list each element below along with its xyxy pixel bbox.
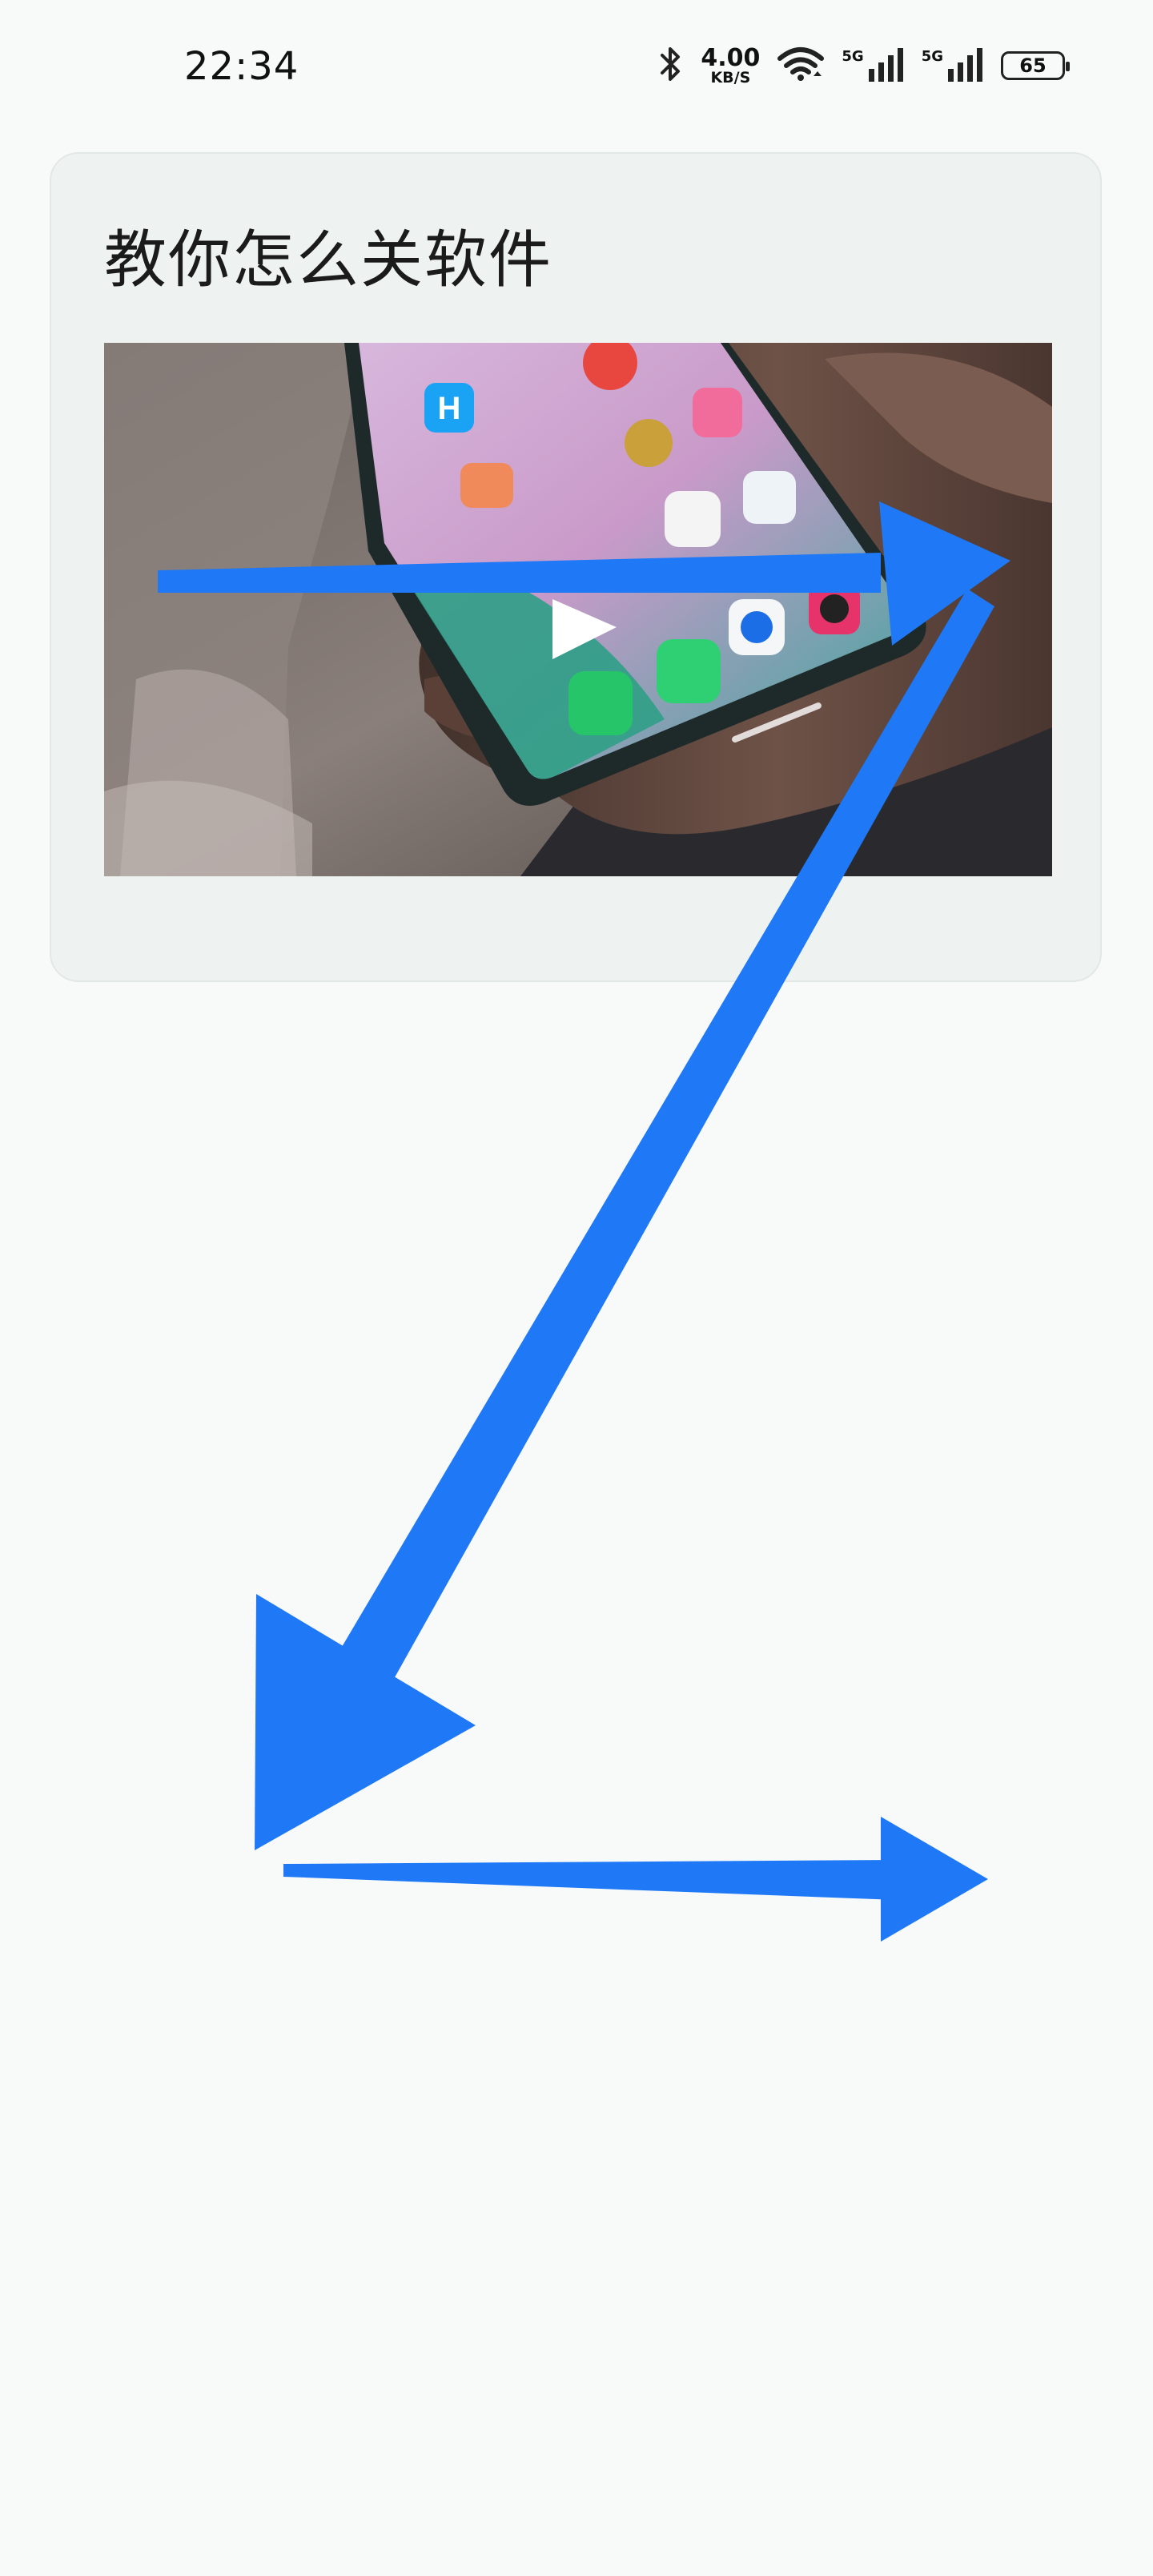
clock: 22:34 <box>184 44 299 89</box>
arrow-right-bottom-icon <box>283 1817 988 1942</box>
status-bar: 22:34 4.00 KB/S 5G 5G 65 <box>0 0 1153 136</box>
post-image[interactable]: H <box>104 343 1052 876</box>
signal-sim1-icon: 5G <box>842 48 903 83</box>
signal-sim2-icon: 5G <box>922 48 983 83</box>
network-speed-unit: KB/S <box>710 68 751 87</box>
bluetooth-icon <box>659 46 683 86</box>
network-speed: 4.00 KB/S <box>701 46 760 86</box>
status-icons: 4.00 KB/S 5G 5G 65 <box>659 42 1070 90</box>
battery-level: 65 <box>1019 54 1047 77</box>
svg-text:H: H <box>438 391 461 426</box>
sim1-network-tag: 5G <box>842 48 864 65</box>
wifi-icon <box>777 46 825 86</box>
post-card[interactable]: 教你怎么关软件 H <box>50 152 1102 982</box>
network-speed-value: 4.00 <box>701 43 761 72</box>
phone-in-hand-photo: H <box>104 343 1052 876</box>
battery-icon: 65 <box>1001 51 1070 80</box>
post-title: 教你怎么关软件 <box>104 224 553 296</box>
sim2-network-tag: 5G <box>921 48 943 65</box>
